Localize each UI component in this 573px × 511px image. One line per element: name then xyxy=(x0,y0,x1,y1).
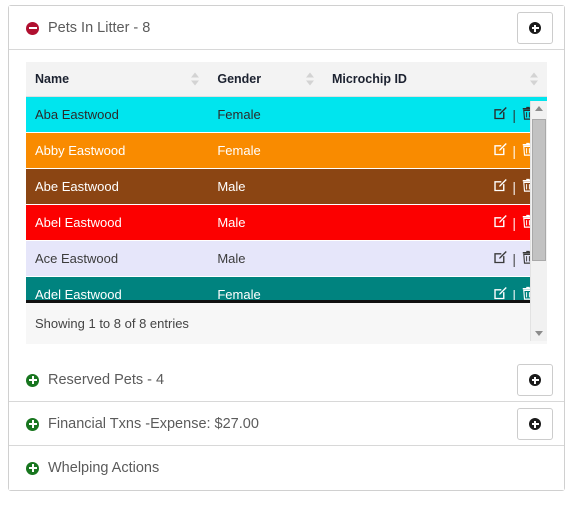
cell-gender: Male xyxy=(208,204,323,242)
action-separator: | xyxy=(512,250,516,267)
cell-actions: | xyxy=(322,97,547,134)
cell-gender: Female xyxy=(208,132,323,170)
panel-toggle-reserved-pets[interactable]: Reserved Pets - 4 xyxy=(26,358,164,402)
pets-table-header: Name Gender Microchip ID xyxy=(26,62,547,97)
panel-title-financial-txns: Financial Txns -Expense: $27.00 xyxy=(48,416,259,432)
cell-gender: Female xyxy=(208,97,323,134)
cell-name: Abe Eastwood xyxy=(26,168,209,206)
cell-gender: Male xyxy=(208,168,323,206)
table-scrollbar[interactable] xyxy=(530,101,547,341)
sort-indicator-microchip-id[interactable] xyxy=(530,72,539,86)
column-label-name: Name xyxy=(35,72,70,86)
column-label-microchip-id: Microchip ID xyxy=(331,72,407,86)
action-separator: | xyxy=(512,286,516,303)
table-info: Showing 1 to 8 of 8 entries xyxy=(26,303,547,344)
sort-indicator-gender[interactable] xyxy=(305,72,315,86)
table-row[interactable]: Abby Eastwood Female | xyxy=(26,132,547,170)
table-row[interactable]: Adel Eastwood Female | xyxy=(26,276,547,303)
pets-table-scroll-region[interactable]: Aba Eastwood Female | Abby Eastwood Female | A… xyxy=(26,97,547,303)
panel-header-pets-in-litter[interactable]: Pets In Litter - 8 xyxy=(9,6,564,50)
panel-header-financial-txns[interactable]: Financial Txns -Expense: $27.00 xyxy=(9,402,564,446)
panel-header-reserved-pets[interactable]: Reserved Pets - 4 xyxy=(9,358,564,402)
scrollbar-thumb[interactable] xyxy=(532,119,546,261)
pets-table-body: Aba Eastwood Female | Abby Eastwood Female | A… xyxy=(26,97,547,303)
cell-name: Ace Eastwood xyxy=(26,240,209,278)
cell-actions: | xyxy=(322,168,547,206)
panel-title-pets-in-litter: Pets In Litter - 8 xyxy=(48,20,151,36)
table-row[interactable]: Ace Eastwood Male | xyxy=(26,240,547,278)
cell-name: Adel Eastwood xyxy=(26,276,209,300)
table-row[interactable]: Aba Eastwood Female | xyxy=(26,97,547,134)
panel-toggle-whelping-actions[interactable]: Whelping Actions xyxy=(26,446,159,490)
plus-circle-icon xyxy=(529,22,541,34)
whelping-accordion: Pets In Litter - 8 Name Gender Microchip… xyxy=(8,5,565,491)
pets-table-wrapper: Name Gender Microchip ID Aba Eastwood Fe… xyxy=(26,62,547,344)
cell-actions: | xyxy=(322,132,547,170)
action-separator: | xyxy=(512,106,516,123)
edit-icon[interactable] xyxy=(493,286,508,300)
column-header-name[interactable]: Name xyxy=(26,62,209,97)
cell-name: Abel Eastwood xyxy=(26,204,209,242)
cell-name: Aba Eastwood xyxy=(26,97,209,134)
panel-toggle-pets-in-litter[interactable]: Pets In Litter - 8 xyxy=(26,6,150,50)
cell-actions: | xyxy=(322,240,547,278)
panel-body-pets-in-litter: Name Gender Microchip ID Aba Eastwood Fe… xyxy=(9,50,564,358)
edit-icon[interactable] xyxy=(493,178,508,195)
scroll-down-arrow-icon[interactable] xyxy=(531,325,547,341)
edit-icon[interactable] xyxy=(493,106,508,123)
action-separator: | xyxy=(512,178,516,195)
cell-gender: Male xyxy=(208,240,323,278)
cell-actions: | xyxy=(322,204,547,242)
add-financial-txn-button[interactable] xyxy=(517,408,553,440)
plus-circle-icon xyxy=(529,418,541,430)
panel-title-whelping-actions: Whelping Actions xyxy=(48,460,160,476)
cell-gender: Female xyxy=(208,276,323,300)
plus-circle-icon xyxy=(26,461,39,475)
plus-circle-icon xyxy=(529,374,541,386)
scroll-up-arrow-icon[interactable] xyxy=(531,101,547,117)
column-label-gender: Gender xyxy=(217,72,262,86)
plus-circle-icon xyxy=(26,373,39,387)
minus-circle-icon xyxy=(26,21,39,35)
column-header-microchip-id[interactable]: Microchip ID xyxy=(322,62,547,97)
edit-icon[interactable] xyxy=(493,214,508,231)
cell-actions: | xyxy=(322,276,547,303)
plus-circle-icon xyxy=(26,417,39,431)
add-pet-button[interactable] xyxy=(517,12,553,44)
sort-indicator-name[interactable] xyxy=(191,72,200,86)
column-header-gender[interactable]: Gender xyxy=(208,62,323,97)
edit-icon[interactable] xyxy=(493,142,508,159)
table-row[interactable]: Abe Eastwood Male | xyxy=(26,168,547,206)
add-reserved-pet-button[interactable] xyxy=(517,364,553,396)
action-separator: | xyxy=(512,142,516,159)
edit-icon[interactable] xyxy=(493,250,508,267)
panel-header-whelping-actions[interactable]: Whelping Actions xyxy=(9,446,564,490)
panel-toggle-financial-txns[interactable]: Financial Txns -Expense: $27.00 xyxy=(26,402,259,446)
table-header-row: Name Gender Microchip ID xyxy=(26,62,547,97)
action-separator: | xyxy=(512,214,516,231)
panel-title-reserved-pets: Reserved Pets - 4 xyxy=(48,372,165,388)
cell-name: Abby Eastwood xyxy=(26,132,209,170)
table-row[interactable]: Abel Eastwood Male | xyxy=(26,204,547,242)
